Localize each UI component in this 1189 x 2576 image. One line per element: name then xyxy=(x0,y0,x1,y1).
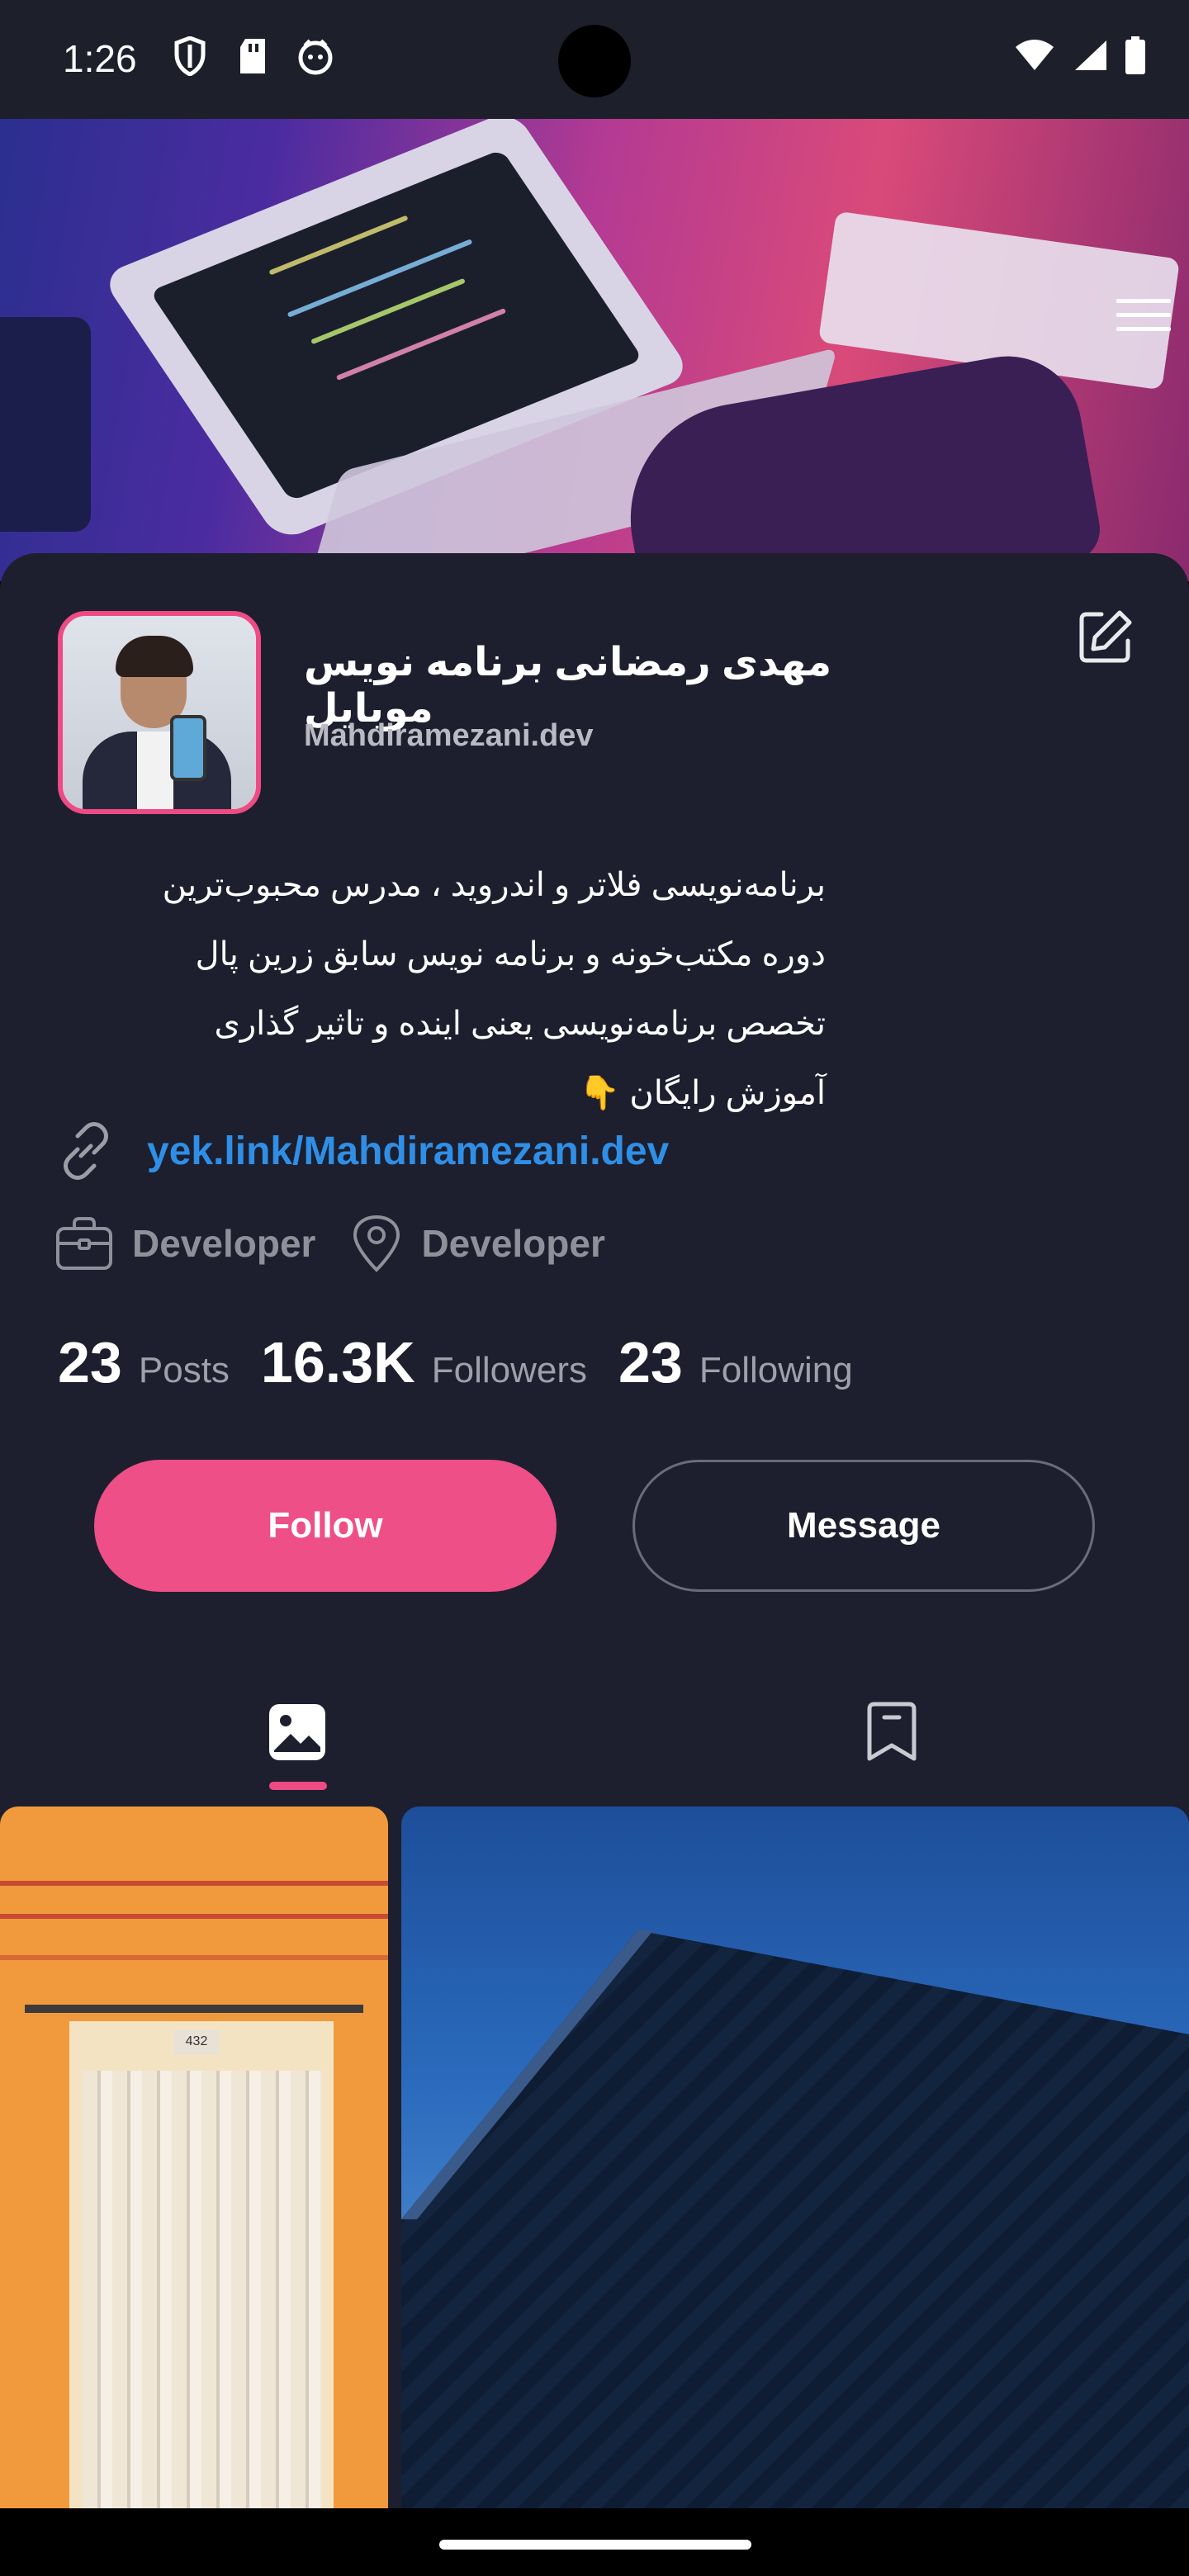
status-left-icons xyxy=(170,35,335,78)
bio-line: دوره مکتب‌خونه و برنامه نویس سابق زرین پ… xyxy=(195,936,826,973)
job-text: Developer xyxy=(132,1222,316,1265)
signal-icon xyxy=(1075,40,1106,70)
front-camera-cutout xyxy=(558,25,631,97)
post-image-curtain xyxy=(83,2071,322,2508)
status-right-icons xyxy=(1014,36,1146,74)
profile-link-row: yek.link/Mahdiramezani.dev xyxy=(54,1120,669,1182)
app-notification-icon xyxy=(296,35,335,78)
message-button[interactable]: Message xyxy=(632,1460,1095,1592)
active-tab-indicator xyxy=(269,1782,327,1790)
post-tile[interactable]: 432 xyxy=(0,1807,388,2508)
location-pin-icon xyxy=(353,1215,400,1272)
bio-line: آموزش رایگان 👇 xyxy=(579,1075,826,1111)
status-bar: 1:26 xyxy=(0,0,1189,119)
edit-profile-icon[interactable] xyxy=(1072,604,1138,670)
profile-card: مهدی رمضانی برنامه نویس موبایل Mahdirame… xyxy=(0,553,1189,1808)
stat-posts[interactable]: 23 Posts xyxy=(58,1329,230,1395)
image-icon xyxy=(269,1704,325,1760)
profile-link[interactable]: yek.link/Mahdiramezani.dev xyxy=(147,1129,669,1174)
profile-meta-row: Developer Developer xyxy=(54,1214,640,1273)
system-navigation-bar xyxy=(0,2508,1189,2576)
post-image-rod xyxy=(25,2005,363,2013)
cover-mug xyxy=(0,317,91,532)
home-gesture-pill[interactable] xyxy=(439,2540,751,2550)
stat-following-label: Following xyxy=(699,1350,853,1390)
cover-image xyxy=(0,119,1189,581)
bookmark-icon xyxy=(867,1702,917,1761)
battery-icon xyxy=(1125,36,1145,74)
post-tile[interactable] xyxy=(401,1807,1189,2508)
stat-followers-label: Followers xyxy=(431,1350,587,1390)
posts-grid: 432 xyxy=(0,1807,1189,2508)
briefcase-icon xyxy=(56,1217,112,1270)
post-image-house-number: 432 xyxy=(173,2029,220,2054)
wifi-icon xyxy=(1016,40,1054,70)
stat-following[interactable]: 23 Following xyxy=(618,1329,853,1395)
tab-saved[interactable] xyxy=(594,1668,1189,1808)
shield-icon xyxy=(170,35,210,78)
bio-line: تخصص برنامه‌نویسی یعنی اینده و تاثیر گذا… xyxy=(214,1006,826,1042)
post-image-building xyxy=(401,1930,1189,2508)
avatar-photo xyxy=(63,616,256,809)
stat-posts-value: 23 xyxy=(58,1330,122,1395)
location-item: Developer xyxy=(350,1214,605,1273)
status-time: 1:26 xyxy=(63,37,137,80)
profile-bio: برنامه‌نویسی فلاتر و اندروید ، مدرس محبو… xyxy=(58,850,826,1128)
hamburger-menu-icon[interactable] xyxy=(1116,299,1171,339)
stat-following-value: 23 xyxy=(618,1330,683,1395)
stat-posts-label: Posts xyxy=(138,1350,230,1390)
follow-button[interactable]: Follow xyxy=(94,1460,557,1592)
avatar[interactable] xyxy=(58,611,261,814)
cover-hand xyxy=(612,344,1106,581)
sd-card-icon xyxy=(233,35,272,78)
stat-followers[interactable]: 16.3K Followers xyxy=(261,1329,587,1395)
bio-line: برنامه‌نویسی فلاتر و اندروید ، مدرس محبو… xyxy=(162,867,826,903)
stat-followers-value: 16.3K xyxy=(260,1330,415,1395)
location-text: Developer xyxy=(421,1222,605,1265)
profile-stats: 23 Posts 16.3K Followers 23 Following xyxy=(58,1329,884,1395)
profile-tabs xyxy=(0,1668,1189,1808)
link-icon xyxy=(64,1122,108,1180)
job-item: Developer xyxy=(54,1215,315,1271)
profile-handle: Mahdiramezani.dev xyxy=(304,718,594,753)
